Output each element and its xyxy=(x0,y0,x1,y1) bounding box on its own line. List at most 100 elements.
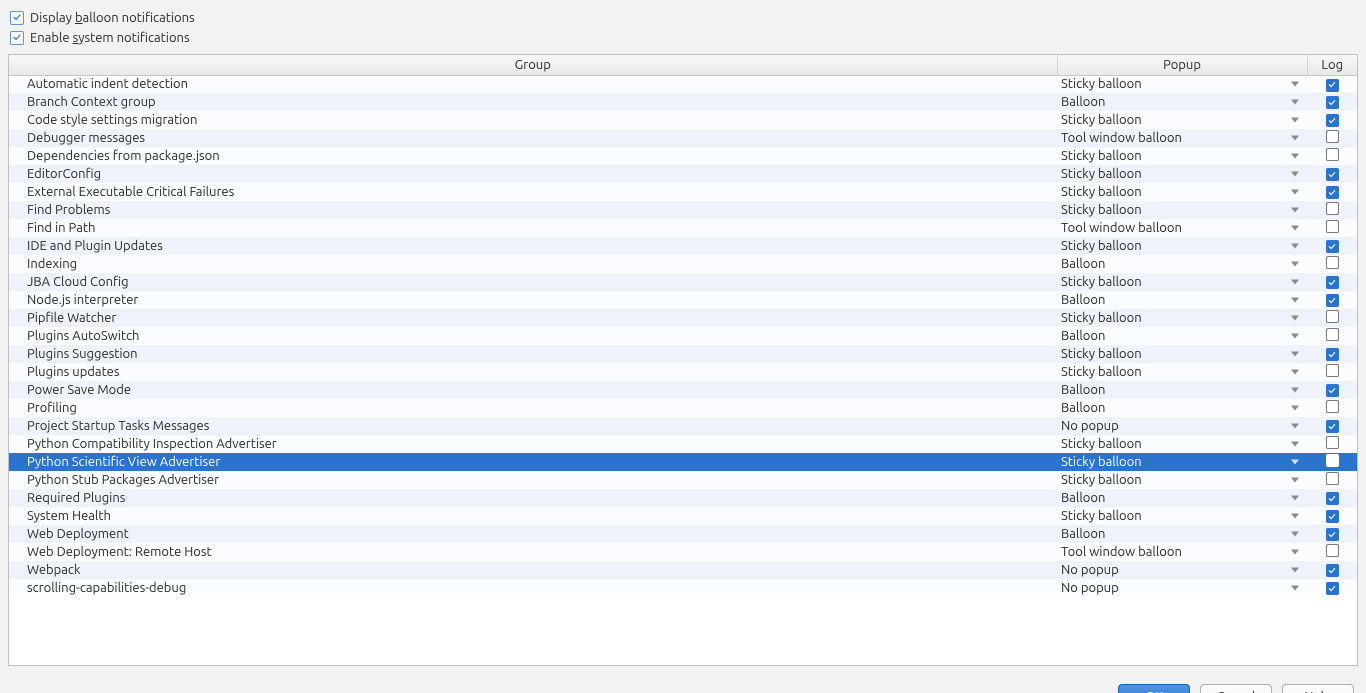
popup-cell[interactable]: Sticky balloon xyxy=(1057,507,1307,525)
popup-cell[interactable]: Sticky balloon xyxy=(1057,237,1307,255)
group-cell[interactable]: Webpack xyxy=(9,561,1057,579)
column-header-log[interactable]: Log xyxy=(1307,55,1357,75)
log-checkbox[interactable] xyxy=(1326,436,1339,449)
table-row[interactable]: IndexingBalloon xyxy=(9,255,1357,273)
chevron-down-icon[interactable] xyxy=(1291,532,1299,537)
table-row[interactable]: Plugins updatesSticky balloon xyxy=(9,363,1357,381)
log-cell[interactable] xyxy=(1307,399,1357,417)
log-checkbox[interactable] xyxy=(1326,492,1339,505)
log-cell[interactable] xyxy=(1307,561,1357,579)
popup-cell[interactable]: Sticky balloon xyxy=(1057,201,1307,219)
chevron-down-icon[interactable] xyxy=(1291,172,1299,177)
log-cell[interactable] xyxy=(1307,237,1357,255)
popup-cell[interactable]: No popup xyxy=(1057,579,1307,597)
chevron-down-icon[interactable] xyxy=(1291,118,1299,123)
chevron-down-icon[interactable] xyxy=(1291,478,1299,483)
group-cell[interactable]: Node.js interpreter xyxy=(9,291,1057,309)
chevron-down-icon[interactable] xyxy=(1291,334,1299,339)
log-checkbox[interactable] xyxy=(1326,364,1339,377)
table-row[interactable]: JBA Cloud ConfigSticky balloon xyxy=(9,273,1357,291)
chevron-down-icon[interactable] xyxy=(1291,244,1299,249)
log-cell[interactable] xyxy=(1307,183,1357,201)
chevron-down-icon[interactable] xyxy=(1291,226,1299,231)
group-cell[interactable]: Web Deployment: Remote Host xyxy=(9,543,1057,561)
group-cell[interactable]: System Health xyxy=(9,507,1057,525)
table-row[interactable]: System HealthSticky balloon xyxy=(9,507,1357,525)
chevron-down-icon[interactable] xyxy=(1291,442,1299,447)
log-checkbox[interactable] xyxy=(1326,544,1339,557)
popup-cell[interactable]: Balloon xyxy=(1057,93,1307,111)
popup-cell[interactable]: Balloon xyxy=(1057,489,1307,507)
chevron-down-icon[interactable] xyxy=(1291,136,1299,141)
log-checkbox[interactable] xyxy=(1326,96,1339,109)
log-checkbox[interactable] xyxy=(1326,79,1339,92)
popup-cell[interactable]: Sticky balloon xyxy=(1057,183,1307,201)
log-cell[interactable] xyxy=(1307,543,1357,561)
chevron-down-icon[interactable] xyxy=(1291,586,1299,591)
group-cell[interactable]: Required Plugins xyxy=(9,489,1057,507)
chevron-down-icon[interactable] xyxy=(1291,496,1299,501)
popup-cell[interactable]: Balloon xyxy=(1057,399,1307,417)
table-row[interactable]: Required PluginsBalloon xyxy=(9,489,1357,507)
chevron-down-icon[interactable] xyxy=(1291,550,1299,555)
log-cell[interactable] xyxy=(1307,453,1357,471)
log-checkbox[interactable] xyxy=(1326,582,1339,595)
group-cell[interactable]: Plugins updates xyxy=(9,363,1057,381)
log-checkbox[interactable] xyxy=(1326,348,1339,361)
log-cell[interactable] xyxy=(1307,435,1357,453)
log-cell[interactable] xyxy=(1307,417,1357,435)
popup-cell[interactable]: Sticky balloon xyxy=(1057,471,1307,489)
chevron-down-icon[interactable] xyxy=(1291,280,1299,285)
group-cell[interactable]: EditorConfig xyxy=(9,165,1057,183)
log-cell[interactable] xyxy=(1307,363,1357,381)
group-cell[interactable]: Plugins AutoSwitch xyxy=(9,327,1057,345)
group-cell[interactable]: Debugger messages xyxy=(9,129,1057,147)
chevron-down-icon[interactable] xyxy=(1291,568,1299,573)
log-cell[interactable] xyxy=(1307,489,1357,507)
table-row[interactable]: Node.js interpreterBalloon xyxy=(9,291,1357,309)
table-row[interactable]: Dependencies from package.jsonSticky bal… xyxy=(9,147,1357,165)
log-checkbox[interactable] xyxy=(1326,528,1339,541)
log-checkbox[interactable] xyxy=(1326,148,1339,161)
log-checkbox[interactable] xyxy=(1326,564,1339,577)
table-row[interactable]: Plugins AutoSwitchBalloon xyxy=(9,327,1357,345)
log-cell[interactable] xyxy=(1307,75,1357,93)
popup-cell[interactable]: Tool window balloon xyxy=(1057,543,1307,561)
chevron-down-icon[interactable] xyxy=(1291,460,1299,465)
ok-button[interactable]: OK xyxy=(1118,684,1190,693)
chevron-down-icon[interactable] xyxy=(1291,388,1299,393)
log-checkbox[interactable] xyxy=(1326,472,1339,485)
popup-cell[interactable]: Sticky balloon xyxy=(1057,111,1307,129)
log-cell[interactable] xyxy=(1307,165,1357,183)
group-cell[interactable]: Indexing xyxy=(9,255,1057,273)
log-cell[interactable] xyxy=(1307,327,1357,345)
log-checkbox[interactable] xyxy=(1326,328,1339,341)
popup-cell[interactable]: Tool window balloon xyxy=(1057,129,1307,147)
group-cell[interactable]: Python Stub Packages Advertiser xyxy=(9,471,1057,489)
popup-cell[interactable]: No popup xyxy=(1057,417,1307,435)
log-checkbox[interactable] xyxy=(1326,454,1339,467)
table-row[interactable]: Python Scientific View AdvertiserSticky … xyxy=(9,453,1357,471)
log-checkbox[interactable] xyxy=(1326,220,1339,233)
display-balloon-checkbox[interactable] xyxy=(10,11,24,25)
table-row[interactable]: Python Compatibility Inspection Advertis… xyxy=(9,435,1357,453)
enable-system-checkbox[interactable] xyxy=(10,31,24,45)
log-checkbox[interactable] xyxy=(1326,400,1339,413)
group-cell[interactable]: Plugins Suggestion xyxy=(9,345,1057,363)
log-checkbox[interactable] xyxy=(1326,256,1339,269)
log-checkbox[interactable] xyxy=(1326,186,1339,199)
log-checkbox[interactable] xyxy=(1326,240,1339,253)
group-cell[interactable]: Python Compatibility Inspection Advertis… xyxy=(9,435,1057,453)
table-row[interactable]: ProfilingBalloon xyxy=(9,399,1357,417)
table-row[interactable]: Find in PathTool window balloon xyxy=(9,219,1357,237)
table-row[interactable]: EditorConfigSticky balloon xyxy=(9,165,1357,183)
table-row[interactable]: WebpackNo popup xyxy=(9,561,1357,579)
popup-cell[interactable]: Balloon xyxy=(1057,327,1307,345)
table-row[interactable]: Code style settings migrationSticky ball… xyxy=(9,111,1357,129)
popup-cell[interactable]: Sticky balloon xyxy=(1057,435,1307,453)
table-row[interactable]: External Executable Critical FailuresSti… xyxy=(9,183,1357,201)
column-header-group[interactable]: Group xyxy=(9,55,1057,75)
popup-cell[interactable]: Balloon xyxy=(1057,381,1307,399)
log-cell[interactable] xyxy=(1307,273,1357,291)
group-cell[interactable]: Dependencies from package.json xyxy=(9,147,1057,165)
